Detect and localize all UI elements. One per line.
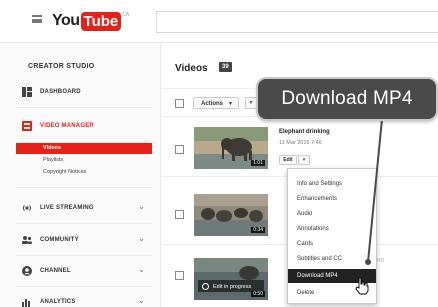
callout-leader-line xyxy=(365,118,383,265)
download-callout: Download MP4 xyxy=(258,79,436,119)
hand-cursor-icon xyxy=(355,277,369,295)
callout-text: Download MP4 xyxy=(281,88,413,109)
app-window: You Tube CA CREATOR STUDIO DASHBOARD VID… xyxy=(0,0,438,307)
